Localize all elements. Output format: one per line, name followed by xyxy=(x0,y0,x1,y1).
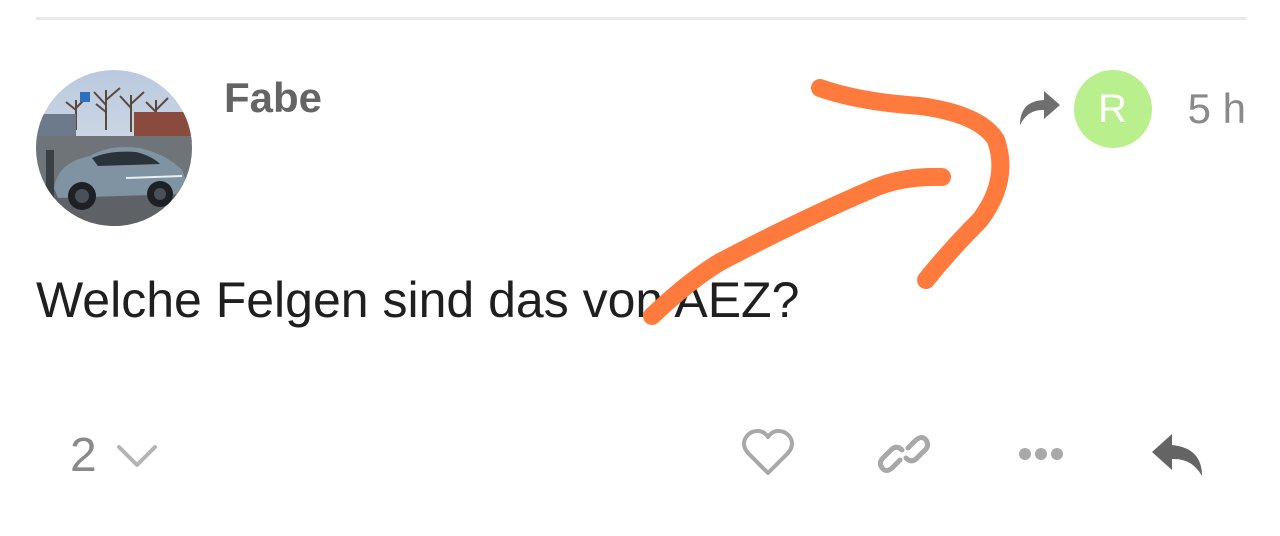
author-avatar[interactable] xyxy=(36,70,192,226)
post-actions: 2 xyxy=(0,420,1280,492)
heart-icon[interactable] xyxy=(740,428,796,478)
post-container: Fabe R 5 h Welche Felgen sind das von AE… xyxy=(0,0,1280,536)
post-timestamp[interactable]: 5 h xyxy=(1188,70,1246,148)
post-body-text: Welche Felgen sind das von AEZ? xyxy=(36,272,800,328)
ellipsis-icon[interactable] xyxy=(1018,446,1064,462)
share-arrow-icon[interactable] xyxy=(1014,87,1064,131)
chevron-down-icon xyxy=(116,445,157,467)
author-name[interactable]: Fabe xyxy=(224,72,322,124)
reply-to-avatar[interactable]: R xyxy=(1073,70,1152,148)
reply-count: 2 xyxy=(70,429,97,482)
top-divider xyxy=(36,17,1246,20)
replies-toggle[interactable]: 2 xyxy=(70,426,159,486)
reply-arrow-icon[interactable] xyxy=(1150,430,1206,480)
post-meta: R 5 h xyxy=(1014,70,1246,148)
link-icon[interactable] xyxy=(878,432,930,476)
avatar-photo xyxy=(36,70,192,226)
